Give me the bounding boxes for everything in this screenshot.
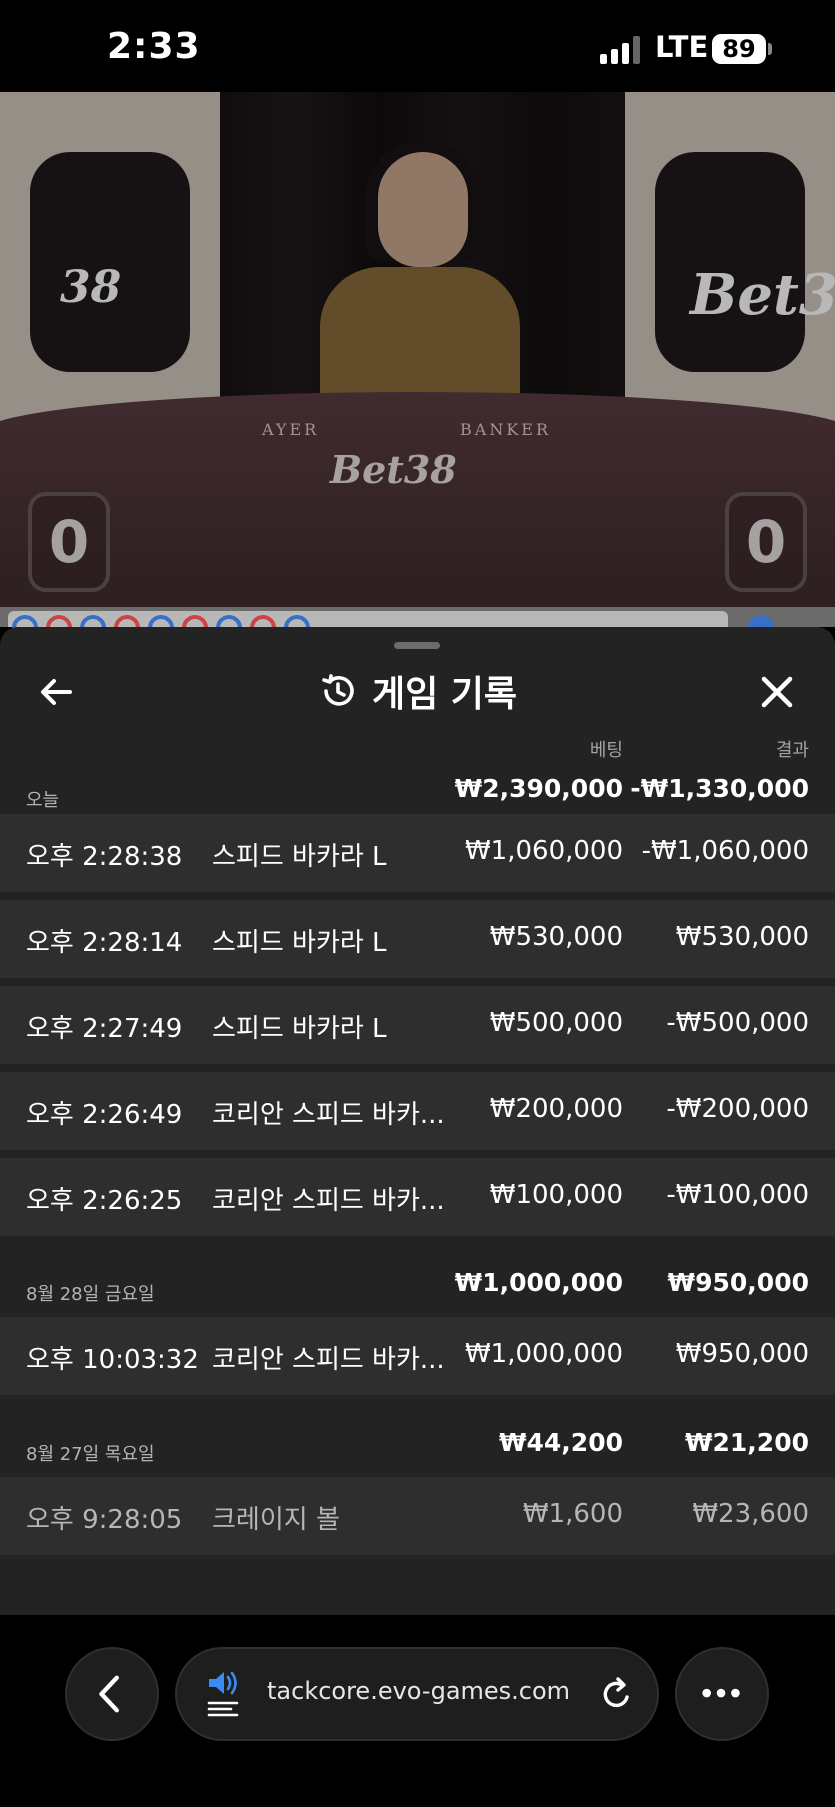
row-time: 오후 2:27:49	[26, 1014, 183, 1044]
group-result-total: -₩1,330,000	[630, 774, 809, 803]
game-history-panel: 게임 기록 베팅 결과 오늘 ₩2,390,000 -₩1,330,000 오후…	[0, 627, 835, 1615]
history-row[interactable]: 오후 2:27:49 스피드 바카라 L ₩500,000 -₩500,000	[0, 986, 835, 1064]
row-bet: ₩500,000	[489, 1008, 623, 1038]
bead-road-strip	[0, 607, 835, 641]
group-bet-total: ₩1,000,000	[454, 1268, 623, 1297]
row-game: 코리안 스피드 바카...	[212, 1186, 445, 1216]
panel-header: 게임 기록	[0, 665, 835, 721]
row-game: 크레이지 볼	[212, 1505, 340, 1535]
url-text: tackcore.evo-games.com	[267, 1677, 571, 1705]
row-result: ₩950,000	[675, 1339, 809, 1369]
row-bet: ₩1,600	[522, 1499, 623, 1529]
row-time: 오후 2:26:25	[26, 1186, 183, 1216]
row-result: -₩1,060,000	[641, 836, 809, 866]
group-bet-total: ₩44,200	[498, 1428, 623, 1457]
battery-level: 89	[712, 34, 766, 64]
row-bet: ₩1,060,000	[464, 836, 623, 866]
row-result: -₩500,000	[666, 1008, 809, 1038]
history-row[interactable]: 오후 10:03:32 코리안 스피드 바카... ₩1,000,000 ₩95…	[0, 1317, 835, 1395]
row-game: 스피드 바카라 L	[212, 1014, 387, 1044]
row-result: -₩200,000	[666, 1094, 809, 1124]
network-type: LTE	[655, 30, 709, 64]
battery-tip	[768, 43, 772, 55]
more-icon	[702, 1688, 740, 1698]
row-result: -₩100,000	[666, 1180, 809, 1210]
row-game: 코리안 스피드 바카...	[212, 1345, 445, 1375]
row-time: 오후 2:28:38	[26, 842, 183, 872]
row-time: 오후 2:26:49	[26, 1100, 183, 1130]
history-row[interactable]: 오후 2:26:49 코리안 스피드 바카... ₩200,000 -₩200,…	[0, 1072, 835, 1150]
row-result: ₩23,600	[692, 1499, 809, 1529]
row-bet: ₩100,000	[489, 1180, 623, 1210]
row-bet: ₩200,000	[489, 1094, 623, 1124]
row-game: 스피드 바카라 L	[212, 928, 387, 958]
panel-title: 게임 기록	[371, 674, 517, 715]
group-date: 8월 28일 금요일	[26, 1284, 155, 1305]
group-bet-total: ₩2,390,000	[454, 774, 623, 803]
status-bar: 2:33 LTE 89	[0, 0, 835, 92]
signal-icon	[600, 36, 640, 64]
address-bar[interactable]: tackcore.evo-games.com	[175, 1647, 659, 1741]
row-game: 코리안 스피드 바카...	[212, 1100, 445, 1130]
row-result: ₩530,000	[675, 922, 809, 952]
history-row[interactable]: 오후 2:28:38 스피드 바카라 L ₩1,060,000 -₩1,060,…	[0, 814, 835, 892]
date-group-header: 8월 27일 목요일 ₩44,200 ₩21,200	[0, 1418, 835, 1468]
status-time: 2:33	[107, 26, 201, 67]
column-header-result: 결과	[775, 740, 809, 761]
row-time: 오후 10:03:32	[26, 1345, 199, 1375]
group-result-total: ₩950,000	[667, 1268, 809, 1297]
row-bet: ₩1,000,000	[464, 1339, 623, 1369]
group-date: 8월 27일 목요일	[26, 1444, 155, 1465]
date-group-header: 8월 28일 금요일 ₩1,000,000 ₩950,000	[0, 1258, 835, 1308]
sheet-grabber[interactable]	[394, 642, 440, 649]
live-video[interactable]: 38 Bet38 AYER BANKER Bet38 0 0	[0, 92, 835, 607]
row-time: 오후 9:28:05	[26, 1505, 183, 1535]
history-row[interactable]: 오후 2:26:25 코리안 스피드 바카... ₩100,000 -₩100,…	[0, 1158, 835, 1236]
video-dim-overlay	[0, 92, 835, 607]
column-header-bet: 베팅	[589, 740, 623, 761]
browser-toolbar: tackcore.evo-games.com	[0, 1615, 835, 1807]
row-bet: ₩530,000	[489, 922, 623, 952]
browser-more-button[interactable]	[675, 1647, 769, 1741]
history-icon	[322, 674, 354, 706]
row-game: 스피드 바카라 L	[212, 842, 387, 872]
group-result-total: ₩21,200	[684, 1428, 809, 1457]
date-group-header: 오늘 ₩2,390,000 -₩1,330,000	[0, 764, 835, 814]
chevron-left-icon	[99, 1675, 119, 1713]
history-row[interactable]: 오후 9:28:05 크레이지 볼 ₩1,600 ₩23,600	[0, 1477, 835, 1555]
reload-icon[interactable]	[597, 1675, 637, 1715]
row-time: 오후 2:28:14	[26, 928, 183, 958]
group-date: 오늘	[26, 790, 60, 811]
browser-back-button[interactable]	[65, 1647, 159, 1741]
close-icon[interactable]	[752, 667, 802, 717]
history-row[interactable]: 오후 2:28:14 스피드 바카라 L ₩530,000 ₩530,000	[0, 900, 835, 978]
speaker-icon[interactable]	[207, 1669, 243, 1719]
